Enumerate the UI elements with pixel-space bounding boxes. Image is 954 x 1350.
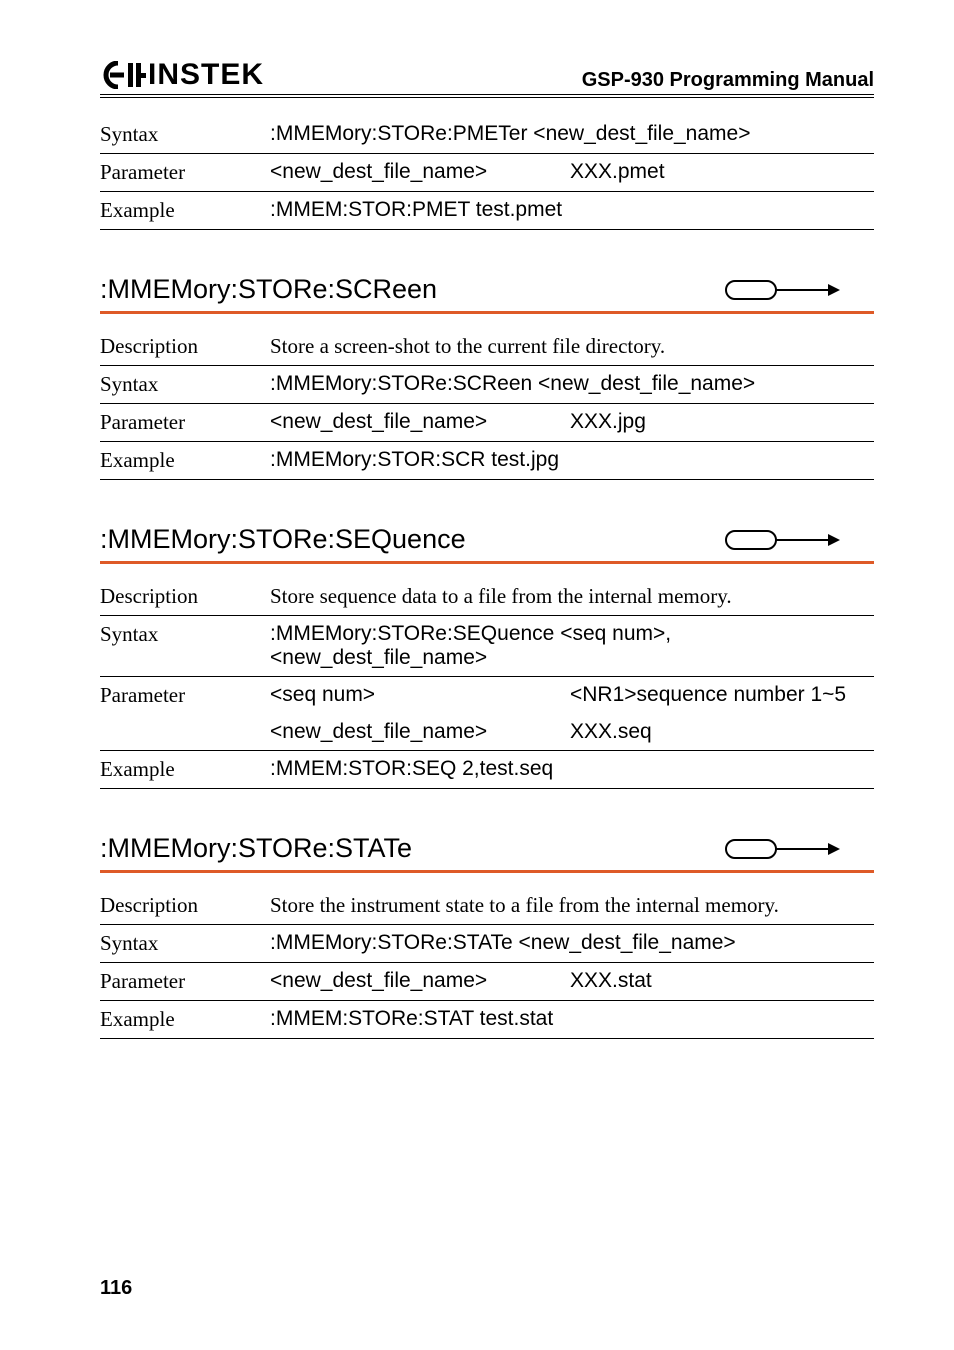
param-name: <new_dest_file_name> [270,160,570,185]
label: Parameter [100,160,270,185]
label: Syntax [100,372,270,397]
brand-text: INSTEK [148,58,264,92]
value: :MMEM:STOR:SEQ 2,test.seq [270,757,874,782]
label: Syntax [100,931,270,956]
section-sequence: :MMEMory:STORe:SEQuence Description Stor… [100,524,874,789]
label: Description [100,584,270,609]
label: Syntax [100,622,270,670]
parameter-row: Parameter <new_dest_file_name> XXX.pmet [100,154,874,192]
param-name: <new_dest_file_name> [270,720,570,744]
manual-title: GSP-930 Programming Manual [582,69,874,92]
set-icon [724,527,874,553]
label: Description [100,893,270,918]
section-title: :MMEMory:STORe:SEQuence [100,524,466,555]
value: :MMEMory:STOR:SCR test.jpg [270,448,874,473]
label: Parameter [100,969,270,994]
label: Example [100,757,270,782]
label: Description [100,334,270,359]
param-desc: XXX.pmet [570,160,665,185]
brand-logo: INSTEK [100,58,264,92]
value: :MMEMory:STORe:SEQuence <seq num>, <new_… [270,622,874,670]
page-number: 116 [100,1277,132,1300]
value: Store a screen-shot to the current file … [270,334,874,359]
label: Example [100,448,270,473]
syntax-row: Syntax :MMEMory:STORe:PMETer <new_dest_f… [100,116,874,154]
section-title: :MMEMory:STORe:STATe [100,833,412,864]
param-desc: <NR1>sequence number 1~5 [570,683,846,708]
param-name: <seq num> [270,683,570,708]
label: Syntax [100,122,270,147]
param-name: <new_dest_file_name> [270,410,570,435]
value: :MMEMory:STORe:STATe <new_dest_file_name… [270,931,874,956]
label: Example [100,1007,270,1032]
param-desc: XXX.stat [570,969,652,994]
value: Store the instrument state to a file fro… [270,893,874,918]
value: :MMEM:STORe:STAT test.stat [270,1007,874,1032]
section-screen: :MMEMory:STORe:SCReen Description Store … [100,274,874,480]
section-title: :MMEMory:STORe:SCReen [100,274,437,305]
label: Parameter [100,683,270,708]
label: Example [100,198,270,223]
set-icon [724,277,874,303]
value: :MMEMory:STORe:PMETer <new_dest_file_nam… [270,122,874,147]
set-icon [724,836,874,862]
page-header: INSTEK GSP-930 Programming Manual [100,58,874,98]
param-name: <new_dest_file_name> [270,969,570,994]
label: Parameter [100,410,270,435]
value: :MMEMory:STORe:SCReen <new_dest_file_nam… [270,372,874,397]
param-desc: XXX.seq [570,720,652,744]
param-desc: XXX.jpg [570,410,646,435]
value: Store sequence data to a file from the i… [270,584,874,609]
example-row: Example :MMEM:STOR:PMET test.pmet [100,192,874,230]
section-state: :MMEMory:STORe:STATe Description Store t… [100,833,874,1039]
value: :MMEM:STOR:PMET test.pmet [270,198,874,223]
